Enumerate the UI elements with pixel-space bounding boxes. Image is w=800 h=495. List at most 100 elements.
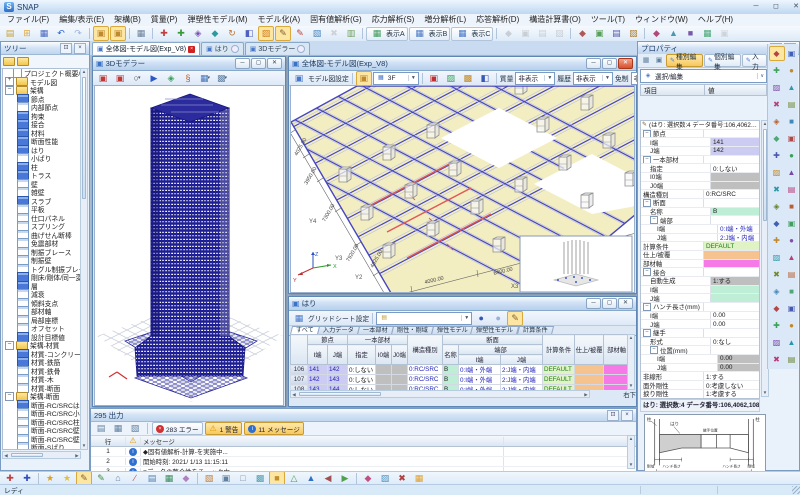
toolbar-report-4-icon[interactable]: ▦	[699, 26, 715, 41]
strip-icon-5[interactable]: ▲	[784, 80, 800, 95]
plan-combo-0[interactable]: 非表示▼	[515, 72, 555, 85]
tree-pin-icon[interactable]: ⊡	[60, 43, 72, 54]
table-row[interactable]: 1061411420:しない0:RC/SRCB0:I端・外端2:J端・内端DEF…	[291, 365, 630, 375]
beam-sheet-edit-icon[interactable]: ✎	[507, 311, 523, 326]
collapse-icon[interactable]: –	[643, 199, 651, 207]
toolbar-view-b-button[interactable]: ▦表示B	[409, 27, 451, 41]
strip-icon-32[interactable]: ✚	[769, 318, 785, 333]
modeler-play-icon[interactable]: ▶	[146, 71, 162, 86]
modeler-orbit-icon[interactable]: ○▾	[129, 71, 145, 86]
property-row-26[interactable]: I端0.00	[641, 355, 759, 364]
toolbar-layer-icon[interactable]: ▥	[343, 26, 359, 41]
tree-item-12[interactable]: トラス	[3, 171, 80, 180]
scroll-right-icon[interactable]: ▶	[583, 392, 589, 398]
modeler-canvas[interactable]	[94, 85, 284, 406]
output-filter-info-button[interactable]: i11 メッセージ	[244, 422, 304, 435]
plan-display-red-1-icon[interactable]: ▣	[426, 71, 442, 86]
toolbar-member-tool-icon[interactable]: ✚	[173, 26, 189, 41]
bottom-toolbar-table-tool-icon[interactable]: ▦	[161, 471, 177, 485]
strip-icon-17[interactable]: ▤	[784, 182, 800, 197]
plan-display-green-icon[interactable]: ▨	[443, 71, 459, 86]
toolbar-open-icon[interactable]: ⊞	[19, 26, 35, 41]
col-finish[interactable]: 仕上/被覆	[575, 335, 604, 365]
strip-icon-7[interactable]: ▤	[784, 97, 800, 112]
property-row-29[interactable]: 面外剛性0:考慮しない	[641, 381, 759, 390]
toolbar-analysis-1-icon[interactable]: ◆	[500, 26, 516, 41]
property-row-0[interactable]: –節点	[641, 130, 759, 139]
property-value[interactable]: 0:しない	[711, 164, 759, 172]
bottom-toolbar-next-tool-icon[interactable]: ▶	[337, 471, 353, 485]
toolbar-result-2-icon[interactable]: ▣	[591, 26, 607, 41]
bottom-toolbar-gem-tool-icon[interactable]: ◆	[178, 471, 194, 485]
toolbar-redo-icon[interactable]: ↷	[70, 26, 86, 41]
toolbar-report-1-icon[interactable]: ◆	[648, 26, 664, 41]
col-ends[interactable]: 端部	[459, 345, 543, 355]
toolbar-analysis-2-icon[interactable]: ▣	[517, 26, 533, 41]
property-row-27[interactable]: J端0.00	[641, 364, 759, 373]
plan-display-orange-icon[interactable]: ▩	[460, 71, 476, 86]
menu-item-0[interactable]: ファイル(F)	[2, 14, 54, 26]
collapse-icon[interactable]: –	[650, 346, 658, 354]
message-row-1[interactable]: 2i開始時刻: 2021/ 1/13 11:15:11	[91, 457, 636, 467]
modeler-display-red-1-icon[interactable]: ▣	[95, 71, 111, 86]
tree-item-24[interactable]: 剛床/剛体/同一変位	[3, 273, 80, 282]
col-structure-type[interactable]: 構造種別	[408, 335, 443, 365]
plan-minimize-button[interactable]: ─	[586, 58, 601, 69]
toolbar-erase-icon[interactable]: ✖	[326, 26, 342, 41]
property-value[interactable]: 0.00	[718, 364, 759, 372]
col-spec[interactable]: 指定	[348, 345, 376, 365]
bottom-toolbar-delete-tool-icon[interactable]: ✖	[394, 471, 410, 485]
tree-item-10[interactable]: 小ばり	[3, 154, 80, 163]
property-value[interactable]: 1:する	[711, 277, 759, 285]
menu-item-3[interactable]: 質量(P)	[146, 14, 183, 26]
property-row-1[interactable]: I端141	[641, 138, 759, 147]
scroll-up-icon[interactable]: ▲	[81, 69, 87, 75]
menu-item-2[interactable]: 架構(B)	[109, 14, 146, 26]
toolbar-report-3-icon[interactable]: ■	[682, 26, 698, 41]
strip-icon-4[interactable]: ▨	[769, 80, 785, 95]
property-row-8[interactable]: –断面	[641, 199, 759, 208]
strip-icon-14[interactable]: ▨	[769, 165, 785, 180]
property-value[interactable]: B	[711, 208, 759, 216]
modeler-grid-view-icon[interactable]: ▦▾	[197, 71, 213, 86]
bottom-toolbar-add-node-icon[interactable]: ✚	[2, 471, 18, 485]
bottom-toolbar-shade-tool-icon[interactable]: ▨	[377, 471, 393, 485]
col-item[interactable]: 項目	[641, 85, 705, 95]
strip-icon-35[interactable]: ▲	[784, 335, 800, 350]
property-value[interactable]	[711, 286, 759, 294]
output-output-copy-icon[interactable]: ▧	[127, 421, 143, 436]
strip-icon-33[interactable]: ●	[784, 318, 800, 333]
beam-window-titlebar[interactable]: ▣ はり ─ ◻ ✕	[289, 297, 636, 311]
property-row-20[interactable]: –ハンチ長さ(mm)	[641, 303, 759, 312]
strip-icon-30[interactable]: ◆	[769, 301, 785, 316]
menu-item-1[interactable]: 編集/表示(E)	[54, 14, 109, 26]
plan-canvas[interactable]: 4025.003950.007300.007920.004025.004000.…	[290, 85, 635, 293]
message-icon-column[interactable]: ⚠	[126, 437, 141, 445]
bottom-toolbar-snap-star-1-icon[interactable]: ★	[42, 471, 58, 485]
prop-tool-icon-1[interactable]: ▦	[640, 53, 652, 68]
toolbar-new-icon[interactable]: ▤	[2, 26, 18, 41]
tree-item-44[interactable]: 断面-Sばり	[3, 443, 80, 450]
toolbar-analysis-4-icon[interactable]: ▨	[551, 26, 567, 41]
collapse-icon[interactable]: –	[643, 303, 651, 311]
scroll-down-icon[interactable]: ▼	[81, 443, 87, 449]
strip-icon-36[interactable]: ✖	[769, 352, 785, 367]
toolbar-help-tool-icon[interactable]: ▣	[716, 26, 732, 41]
toolbar-edit-pencil-icon[interactable]: ✎	[275, 26, 291, 41]
property-value[interactable]	[711, 173, 759, 181]
bottom-toolbar-draw-pen-icon[interactable]: ✎	[93, 471, 109, 485]
toolbar-pen-red-icon[interactable]: ✎	[292, 26, 308, 41]
toolbar-rotate-tool-icon[interactable]: ↻	[224, 26, 240, 41]
plan-maximize-button[interactable]: ◻	[602, 58, 617, 69]
col-single-member[interactable]: 一本部材	[348, 335, 408, 345]
property-value[interactable]: 1:する	[704, 372, 759, 380]
modeler-section-cut-icon[interactable]: §	[180, 71, 196, 86]
toolbar-node-tool-icon[interactable]: ✚	[156, 26, 172, 41]
properties-tab-1[interactable]: ✎個別編集	[704, 54, 741, 67]
property-row-25[interactable]: –位置(mm)	[641, 346, 759, 355]
property-value[interactable]: 141	[711, 138, 759, 146]
strip-icon-10[interactable]: ◆	[769, 131, 785, 146]
bottom-toolbar-draw-pencil-icon[interactable]: ✎	[76, 471, 92, 485]
strip-icon-28[interactable]: ◈	[769, 284, 785, 299]
strip-icon-19[interactable]: ■	[784, 199, 800, 214]
